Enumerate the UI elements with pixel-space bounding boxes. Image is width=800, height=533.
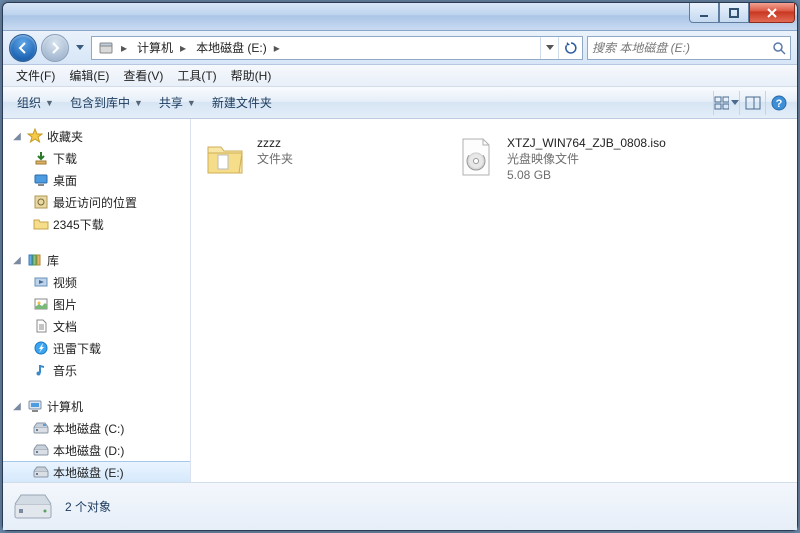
menu-tools[interactable]: 工具(T) (170, 65, 223, 86)
search-icon (772, 41, 786, 55)
caret-down-icon: ▼ (187, 98, 196, 108)
share-button[interactable]: 共享▼ (151, 90, 204, 115)
item-size: 5.08 GB (507, 167, 666, 183)
menu-edit[interactable]: 编辑(E) (62, 65, 116, 86)
maximize-button[interactable] (719, 3, 749, 23)
chevron-right-icon[interactable]: ▸ (270, 37, 284, 59)
caret-down-icon: ▼ (134, 98, 143, 108)
search-placeholder: 搜索 本地磁盘 (E:) (592, 39, 772, 56)
command-bar: 组织▼ 包含到库中▼ 共享▼ 新建文件夹 ? (3, 87, 797, 119)
window-buttons (689, 3, 797, 30)
folder-icon (203, 135, 247, 179)
sidebar-item-music[interactable]: 音乐 (3, 359, 190, 381)
navigation-pane[interactable]: ◢收藏夹 下载 桌面 最近访问的位置 2345下载 ◢库 视频 图片 文档 迅雷… (3, 119, 191, 482)
body: ◢收藏夹 下载 桌面 最近访问的位置 2345下载 ◢库 视频 图片 文档 迅雷… (3, 119, 797, 482)
item-name: zzzz (257, 135, 293, 151)
sidebar-item-desktop[interactable]: 桌面 (3, 169, 190, 191)
item-type: 光盘映像文件 (507, 151, 666, 167)
close-button[interactable] (749, 3, 795, 23)
preview-pane-button[interactable] (739, 91, 765, 115)
sidebar-item-xunlei[interactable]: 迅雷下载 (3, 337, 190, 359)
minimize-button[interactable] (689, 3, 719, 23)
collapse-icon: ◢ (11, 131, 23, 142)
drive-icon (33, 442, 49, 458)
sidebar-item-pictures[interactable]: 图片 (3, 293, 190, 315)
iso-file-icon (453, 135, 497, 179)
sidebar-item-drive-c[interactable]: 本地磁盘 (C:) (3, 417, 190, 439)
music-icon (33, 362, 49, 378)
libraries-group[interactable]: ◢库 (3, 249, 190, 271)
caret-down-icon: ▼ (45, 98, 54, 108)
forward-button[interactable] (41, 34, 69, 62)
help-button[interactable]: ? (765, 91, 791, 115)
document-icon (33, 318, 49, 334)
desktop-icon (33, 172, 49, 188)
address-dropdown[interactable] (540, 37, 558, 59)
star-icon (27, 128, 43, 144)
drive-icon (13, 491, 53, 523)
picture-icon (33, 296, 49, 312)
menu-help[interactable]: 帮助(H) (224, 65, 279, 86)
address-seg-drive[interactable]: 本地磁盘 (E:) (190, 37, 270, 59)
organize-button[interactable]: 组织▼ (9, 90, 62, 115)
titlebar[interactable] (3, 3, 797, 31)
item-name: XTZJ_WIN764_ZJB_0808.iso (507, 135, 666, 151)
address-root-icon[interactable] (92, 37, 117, 59)
sidebar-item-videos[interactable]: 视频 (3, 271, 190, 293)
nav-row: ▸ 计算机 ▸ 本地磁盘 (E:) ▸ 搜索 本地磁盘 (E:) (3, 31, 797, 65)
search-box[interactable]: 搜索 本地磁盘 (E:) (587, 36, 791, 60)
list-item[interactable]: XTZJ_WIN764_ZJB_0808.iso 光盘映像文件 5.08 GB (445, 129, 695, 190)
nav-history-dropdown[interactable] (73, 34, 87, 62)
library-icon (27, 252, 43, 268)
sidebar-item-2345[interactable]: 2345下载 (3, 213, 190, 235)
list-item[interactable]: zzzz 文件夹 (195, 129, 445, 190)
menu-view[interactable]: 查看(V) (116, 65, 170, 86)
sidebar-item-recent[interactable]: 最近访问的位置 (3, 191, 190, 213)
download-icon (33, 150, 49, 166)
back-button[interactable] (9, 34, 37, 62)
computer-icon (27, 398, 43, 414)
content-pane[interactable]: zzzz 文件夹 XTZJ_WIN764_ZJB_0808.iso 光盘映像文件… (191, 119, 797, 482)
explorer-window: ▸ 计算机 ▸ 本地磁盘 (E:) ▸ 搜索 本地磁盘 (E:) 文件(F) 编… (2, 2, 798, 531)
menu-file[interactable]: 文件(F) (9, 65, 62, 86)
new-folder-button[interactable]: 新建文件夹 (204, 90, 280, 115)
sidebar-item-drive-d[interactable]: 本地磁盘 (D:) (3, 439, 190, 461)
view-options-button[interactable] (713, 91, 739, 115)
collapse-icon: ◢ (11, 255, 23, 266)
refresh-button[interactable] (558, 37, 582, 59)
chevron-right-icon[interactable]: ▸ (176, 37, 190, 59)
sidebar-item-downloads[interactable]: 下载 (3, 147, 190, 169)
sidebar-item-documents[interactable]: 文档 (3, 315, 190, 337)
computer-group[interactable]: ◢计算机 (3, 395, 190, 417)
address-seg-computer[interactable]: 计算机 (131, 37, 176, 59)
sidebar-item-drive-e[interactable]: 本地磁盘 (E:) (3, 461, 190, 482)
address-bar[interactable]: ▸ 计算机 ▸ 本地磁盘 (E:) ▸ (91, 36, 583, 60)
details-pane: 2 个对象 (3, 482, 797, 530)
item-list: zzzz 文件夹 XTZJ_WIN764_ZJB_0808.iso 光盘映像文件… (191, 119, 797, 200)
chevron-right-icon[interactable]: ▸ (117, 37, 131, 59)
status-text: 2 个对象 (65, 498, 111, 515)
video-icon (33, 274, 49, 290)
favorites-group[interactable]: ◢收藏夹 (3, 125, 190, 147)
collapse-icon: ◢ (11, 401, 23, 412)
xunlei-icon (33, 340, 49, 356)
svg-text:?: ? (775, 98, 782, 110)
item-type: 文件夹 (257, 151, 293, 167)
drive-icon (33, 420, 49, 436)
recent-icon (33, 194, 49, 210)
include-in-library-button[interactable]: 包含到库中▼ (62, 90, 151, 115)
folder-icon (33, 216, 49, 232)
drive-icon (33, 464, 49, 480)
menu-bar: 文件(F) 编辑(E) 查看(V) 工具(T) 帮助(H) (3, 65, 797, 87)
